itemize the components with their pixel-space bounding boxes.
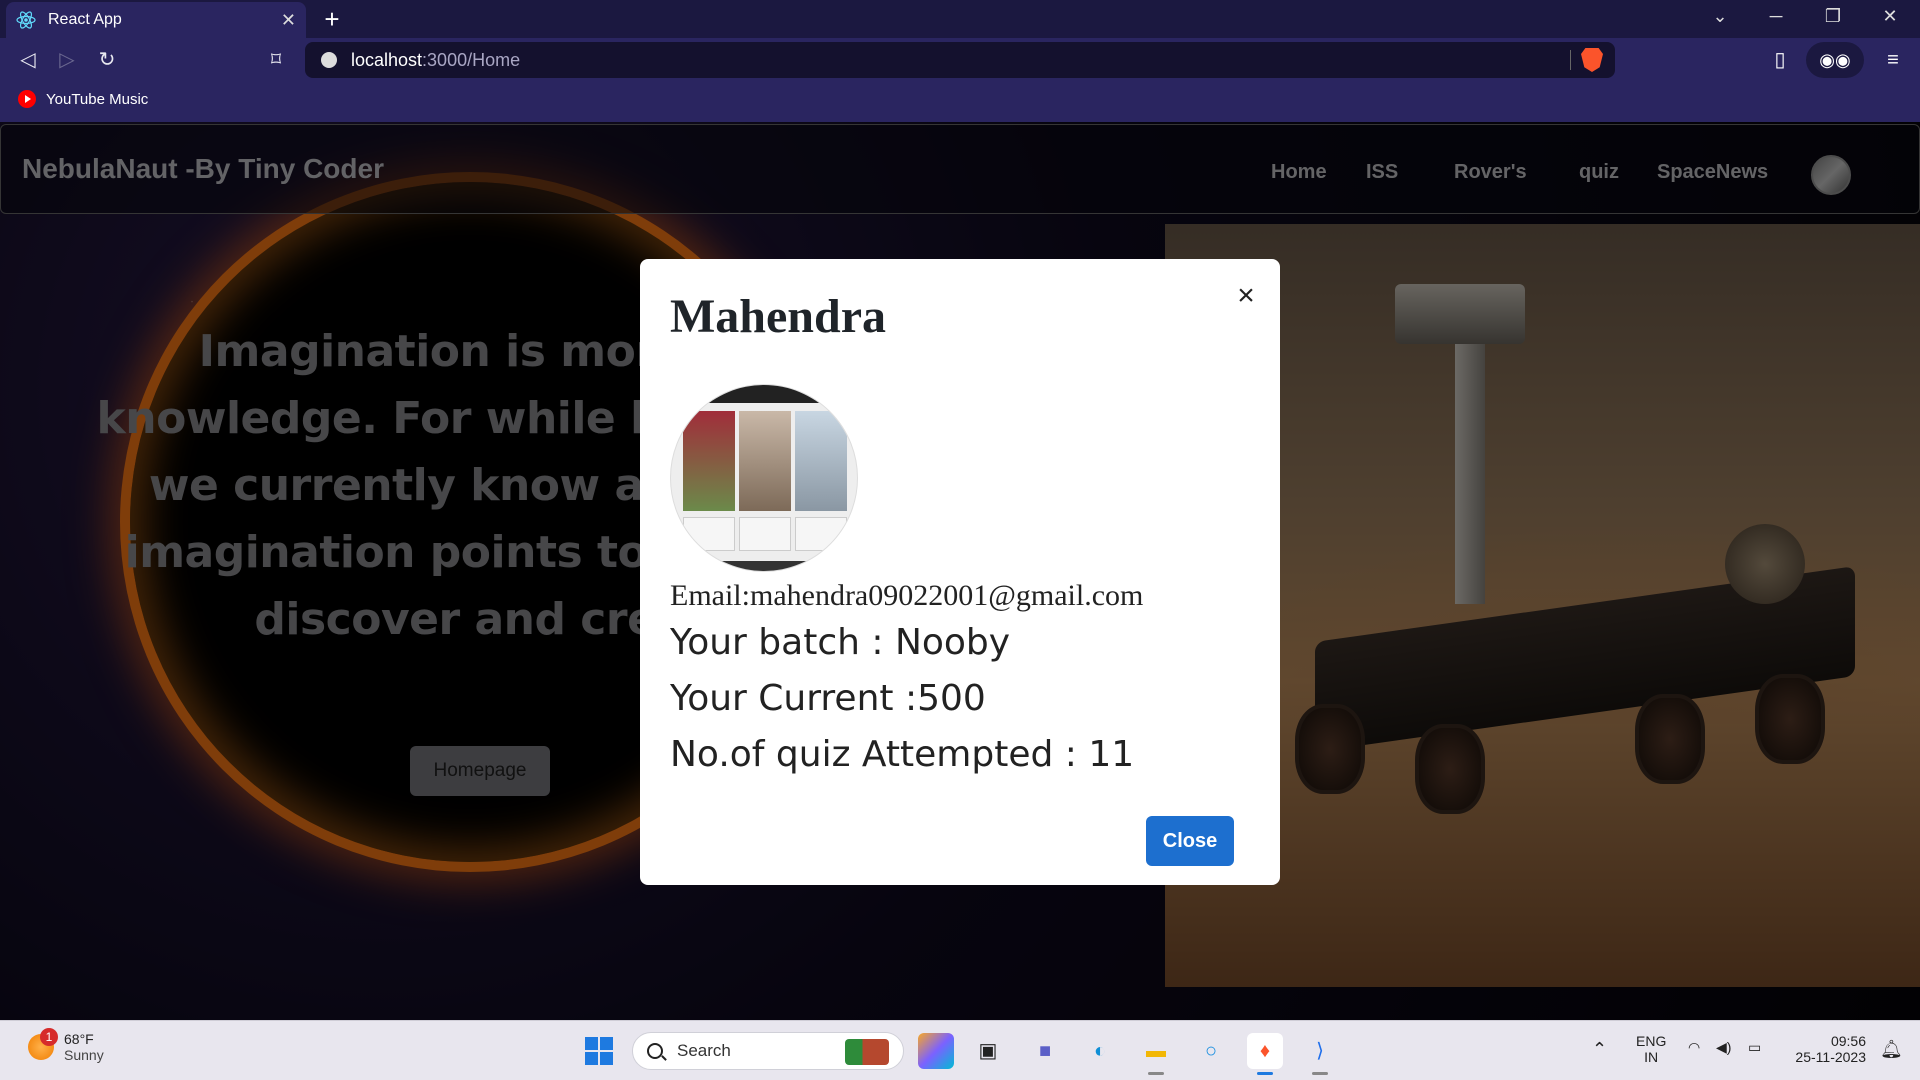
menu-icon[interactable]: ≡ <box>1877 44 1909 76</box>
profile-photo <box>670 384 858 572</box>
notification-badge: 1 <box>40 1028 58 1046</box>
profile-batch: Your batch : Nooby <box>670 622 1011 663</box>
address-bar[interactable]: localhost:3000/Home <box>305 42 1615 78</box>
search-icon <box>647 1043 663 1059</box>
react-icon <box>16 10 36 30</box>
photo-panel <box>795 411 847 511</box>
wifi-icon[interactable]: ◠ <box>1688 1039 1700 1056</box>
battery-icon[interactable]: ▭ <box>1748 1039 1761 1056</box>
vscode-icon[interactable]: ⟩ <box>1302 1033 1338 1075</box>
tab-search-chevron-icon[interactable]: ⌄ <box>1700 6 1740 27</box>
lang-bottom: IN <box>1644 1049 1659 1065</box>
file-explorer-icon[interactable]: ▬ <box>1138 1033 1174 1075</box>
clock-time: 09:56 <box>1830 1033 1866 1049</box>
photo-panel <box>739 411 791 511</box>
sidebar-toggle-icon[interactable]: ▯ <box>1764 44 1796 76</box>
profile-modal: Mahendra × Email:mahendra09022001@gmail.… <box>640 259 1280 885</box>
notifications-icon[interactable]: 🔔︎ <box>1880 1039 1903 1060</box>
teams-chat-icon[interactable]: ■ <box>1027 1033 1063 1069</box>
browser-tab[interactable]: React App ✕ <box>6 2 306 38</box>
weather-temp: 68°F <box>64 1031 94 1047</box>
search-highlight-icon <box>845 1039 889 1065</box>
tray-overflow-icon[interactable]: ⌃ <box>1592 1039 1607 1060</box>
weather-widget[interactable]: 1 68°F Sunny <box>28 1028 104 1063</box>
edge-icon[interactable]: ◐ <box>1082 1033 1118 1069</box>
task-view-icon[interactable]: ▣ <box>970 1033 1006 1069</box>
window-close-icon[interactable]: ✕ <box>1870 6 1910 27</box>
profile-quiz-attempted: No.of quiz Attempted : 11 <box>670 734 1135 775</box>
tab-title: React App <box>48 11 122 28</box>
back-icon[interactable]: ◁ <box>14 46 42 74</box>
browser-tab-strip: React App ✕ + ⌄ ─ ❐ ✕ <box>0 0 1920 38</box>
url-host: localhost <box>351 49 423 70</box>
clock[interactable]: 09:56 25-11-2023 <box>1788 1033 1866 1065</box>
copilot-icon[interactable] <box>918 1033 954 1069</box>
tab-close-icon[interactable]: ✕ <box>281 10 296 31</box>
bookmark-icon[interactable]: ⌑ <box>262 46 290 74</box>
language-indicator[interactable]: ENG IN <box>1636 1033 1666 1065</box>
clock-date: 25-11-2023 <box>1795 1049 1866 1065</box>
modal-close-icon[interactable]: × <box>1232 279 1260 313</box>
profile-email: Email:mahendra09022001@gmail.com <box>670 579 1144 612</box>
reload-icon[interactable]: ↻ <box>93 46 121 74</box>
bookmark-label: YouTube Music <box>46 90 149 108</box>
forward-icon[interactable]: ▷ <box>53 46 81 74</box>
site-info-icon[interactable] <box>321 52 337 68</box>
youtube-music-icon <box>18 90 36 108</box>
url-separator <box>1570 50 1571 70</box>
modal-close-button[interactable]: Close <box>1146 816 1234 866</box>
new-tab-button[interactable]: + <box>318 4 346 35</box>
brave-shields-icon[interactable] <box>1581 48 1603 72</box>
search-label: Search <box>677 1041 731 1060</box>
photo-caption <box>683 517 735 551</box>
bookmark-youtube-music[interactable]: YouTube Music <box>18 90 148 108</box>
windows-start-icon[interactable] <box>585 1037 613 1065</box>
restore-icon[interactable]: ❐ <box>1813 6 1853 27</box>
lang-top: ENG <box>1636 1033 1667 1049</box>
profile-current-score: Your Current :500 <box>670 678 986 719</box>
cortana-icon[interactable]: ○ <box>1193 1033 1229 1069</box>
volume-icon[interactable]: ◀) <box>1716 1039 1731 1056</box>
bookmarks-bar: YouTube Music <box>0 82 1920 122</box>
modal-title: Mahendra <box>670 290 886 343</box>
photo-dock <box>701 561 829 571</box>
photo-panel <box>683 411 735 511</box>
url-path: :3000/Home <box>422 49 521 70</box>
brave-browser-icon[interactable]: ♦ <box>1247 1033 1283 1075</box>
photo-caption <box>795 517 847 551</box>
minimize-icon[interactable]: ─ <box>1756 6 1796 27</box>
sun-icon: 1 <box>28 1028 58 1060</box>
taskbar-search[interactable]: Search <box>632 1032 904 1070</box>
photo-caption <box>739 517 791 551</box>
windows-taskbar: 1 68°F Sunny Search ▣ ■ ◐ ▬ ○ ♦ ⟩ ⌃ ENG … <box>0 1020 1920 1080</box>
photo-top-bar <box>671 385 857 403</box>
private-window-icon[interactable]: ◉◉ <box>1806 42 1864 78</box>
weather-condition: Sunny <box>64 1047 104 1063</box>
